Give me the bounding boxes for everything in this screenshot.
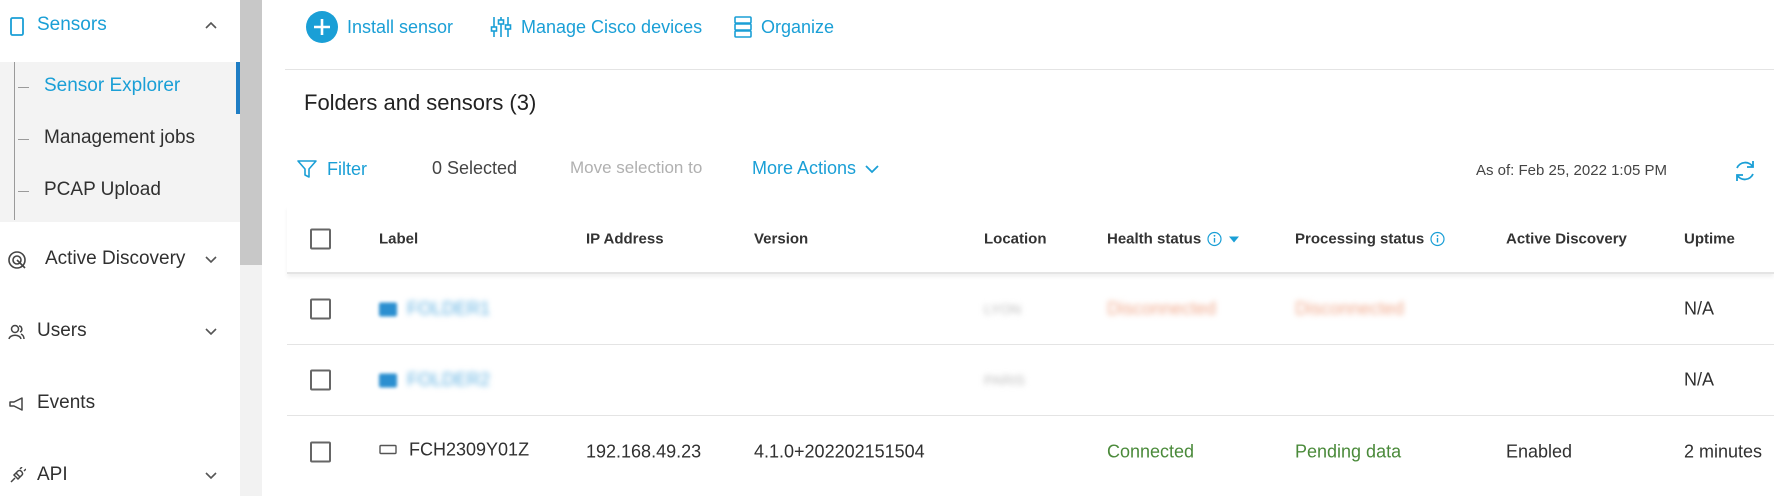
sidebar-item-label: Management jobs [44, 127, 196, 148]
sidebar-item-management-jobs[interactable]: Management jobs [0, 114, 240, 164]
row-checkbox[interactable] [310, 441, 331, 462]
plus-circle-icon [306, 11, 338, 43]
scrollbar-thumb[interactable] [240, 0, 262, 265]
row-processing-status: Disconnected [1295, 298, 1405, 319]
filter-button[interactable]: Filter [296, 158, 367, 180]
row-checkbox[interactable] [310, 369, 331, 391]
row-label[interactable]: FOLDER1 [379, 299, 490, 320]
chevron-down-icon[interactable] [203, 323, 219, 339]
row-uptime: N/A [1684, 369, 1715, 390]
sidebar-item-sensor-explorer[interactable]: Sensor Explorer [0, 62, 240, 114]
sidebar-item-label: Sensors [37, 14, 107, 35]
column-header-label[interactable]: Label [379, 231, 418, 248]
chevron-down-icon[interactable] [203, 467, 219, 483]
sidebar-item-active-discovery[interactable]: Active Discovery [0, 240, 240, 280]
row-version: 4.1.0+202202151504 [754, 441, 925, 461]
install-sensor-label: Install sensor [347, 16, 454, 37]
chevron-up-icon[interactable] [203, 18, 219, 34]
last-updated-timestamp: As of: Feb 25, 2022 1:05 PM [1476, 162, 1667, 179]
sidebar-scrollbar[interactable] [240, 0, 262, 496]
selection-count: 0 Selected [432, 158, 518, 178]
sidebar-item-events[interactable]: Events [0, 384, 240, 424]
radar-icon [6, 249, 28, 271]
row-health-status: Disconnected [1107, 298, 1217, 319]
row-label-text: FCH2309Y01Z [409, 439, 530, 459]
sliders-icon [490, 17, 512, 37]
row-location: PARIS [984, 372, 1025, 388]
manage-cisco-devices-label: Manage Cisco devices [521, 16, 703, 37]
sort-descending-icon[interactable] [1228, 234, 1240, 244]
row-label-text: FOLDER1 [407, 298, 491, 319]
table-row[interactable]: FCH2309Y01Z 192.168.49.23 4.1.0+20220215… [287, 416, 1774, 487]
install-sensor-button[interactable]: Install sensor [305, 10, 453, 44]
select-all-checkbox[interactable] [310, 228, 331, 250]
column-header-version[interactable]: Version [754, 231, 808, 248]
sensors-table: Label IP Address Version Location Health… [287, 206, 1774, 487]
sidebar-item-label: PCAP Upload [44, 179, 161, 200]
sidebar-item-label: API [37, 464, 68, 485]
row-active-discovery: Enabled [1506, 441, 1573, 461]
row-label[interactable]: FCH2309Y01Z [379, 439, 529, 460]
refresh-icon[interactable] [1732, 158, 1758, 184]
column-header-ip[interactable]: IP Address [586, 231, 664, 248]
info-icon[interactable] [1430, 231, 1445, 247]
sidebar: Sensors Sensor Explorer Management jobs … [0, 0, 240, 496]
sidebar-item-label: Sensor Explorer [44, 75, 181, 96]
toolbar: Install sensor Manage Cisco devices Orga… [285, 0, 1774, 70]
row-ip-address: 192.168.49.23 [586, 441, 702, 461]
users-icon [6, 321, 28, 343]
page-title: Folders and sensors (3) [304, 90, 537, 115]
funnel-icon [297, 160, 317, 178]
filter-label: Filter [327, 158, 367, 179]
sidebar-item-label: Events [37, 392, 96, 413]
organize-label: Organize [761, 16, 835, 37]
sidebar-item-sensors[interactable]: Sensors [0, 8, 240, 44]
organize-button[interactable]: Organize [733, 10, 834, 44]
chevron-down-icon [865, 164, 879, 173]
row-location: LYON [984, 301, 1022, 317]
sidebar-item-label: Active Discovery [45, 248, 186, 269]
more-actions-label: More Actions [752, 158, 857, 178]
row-checkbox[interactable] [310, 298, 331, 320]
more-actions-button[interactable]: More Actions [752, 158, 880, 179]
tablet-icon [6, 15, 28, 37]
folder-icon [379, 302, 397, 316]
info-icon[interactable] [1207, 231, 1222, 247]
column-header-processing-status[interactable]: Processing status [1295, 231, 1445, 248]
plug-icon [6, 465, 28, 487]
row-uptime: 2 minutes [1684, 441, 1763, 461]
column-header-location[interactable]: Location [984, 231, 1047, 248]
manage-cisco-devices-button[interactable]: Manage Cisco devices [489, 10, 702, 44]
row-label-text: FOLDER2 [407, 369, 491, 390]
table-row[interactable]: FOLDER1 LYON Disconnected Disconnected N… [287, 274, 1774, 345]
chevron-down-icon[interactable] [203, 251, 219, 267]
column-header-uptime[interactable]: Uptime [1684, 231, 1735, 248]
table-row[interactable]: FOLDER2 PARIS N/A [287, 345, 1774, 416]
table-header-row: Label IP Address Version Location Health… [287, 206, 1774, 274]
column-header-active-discovery[interactable]: Active Discovery [1506, 231, 1627, 248]
folder-icon [379, 373, 397, 387]
move-selection-button[interactable]: Move selection to [570, 158, 702, 178]
row-label[interactable]: FOLDER2 [379, 370, 490, 391]
row-processing-status: Pending data [1295, 441, 1402, 461]
sidebar-item-pcap-upload[interactable]: PCAP Upload [0, 166, 240, 216]
row-uptime: N/A [1684, 298, 1715, 319]
row-health-status: Connected [1107, 441, 1195, 461]
megaphone-icon [6, 393, 28, 415]
sidebar-item-label: Users [37, 320, 87, 341]
sidebar-item-users[interactable]: Users [0, 312, 240, 352]
sensor-device-icon [379, 444, 397, 455]
column-header-health-status[interactable]: Health status [1107, 231, 1240, 248]
stack-icon [734, 16, 752, 38]
sidebar-item-api[interactable]: API [0, 456, 240, 496]
